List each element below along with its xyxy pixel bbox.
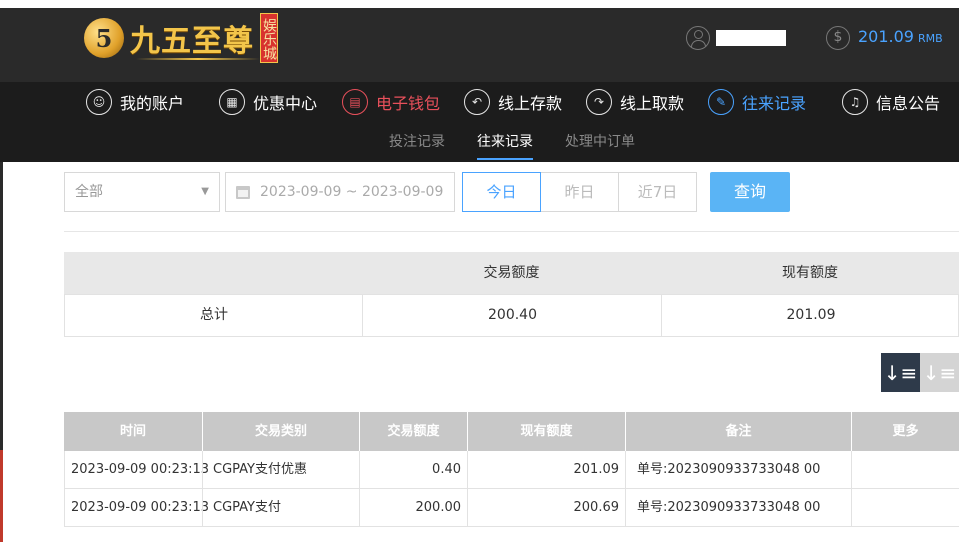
divider (851, 489, 852, 526)
summary-header-cell: 交易额度 (483, 265, 540, 281)
nav-item-account[interactable]: ☺ 我的账户 (86, 82, 184, 122)
withdraw-icon: ↷ (586, 89, 612, 115)
records-icon: ✎ (708, 89, 734, 115)
cell-balance: 201.09 (573, 462, 620, 477)
divider (202, 451, 203, 488)
nav-item-label: 往来记录 (742, 94, 807, 113)
nav-item-promotions[interactable]: ▦ 优惠中心 (219, 82, 317, 122)
dollar-icon: $ (826, 26, 850, 50)
nav-item-wallet[interactable]: ▤ 电子钱包 (342, 82, 440, 122)
column-header: 交易类别 (254, 424, 307, 439)
column-header: 交易额度 (387, 424, 440, 439)
user-icon: ☺ (86, 89, 112, 115)
divider (467, 489, 468, 526)
nav-item-announcements[interactable]: ♫ 信息公告 (842, 82, 940, 122)
divider (359, 451, 360, 488)
cell-type: CGPAY支付优惠 (213, 462, 307, 477)
wallet-icon: ▤ (342, 89, 368, 115)
records-header: 时间 交易类别 交易额度 现有额度 备注 更多 (64, 412, 959, 451)
divider (64, 231, 959, 232)
nav-item-label: 我的账户 (120, 94, 185, 113)
summary-cell: 200.40 (488, 307, 537, 323)
summary-header-cell: 现有额度 (782, 265, 838, 281)
brand-badge: 娱乐城 (260, 13, 278, 63)
cell-balance: 200.69 (573, 500, 620, 515)
cell-amount: 0.40 (432, 462, 461, 477)
balance-currency: RMB (917, 32, 943, 45)
cell-note: 单号:2023090933733048 00 (637, 500, 821, 515)
bell-icon: ♫ (842, 89, 868, 115)
nav-item-label: 线上存款 (498, 94, 563, 113)
divider (625, 451, 626, 488)
nav-item-label: 优惠中心 (253, 94, 318, 113)
summary-cell: 总计 (200, 307, 228, 323)
today-button[interactable]: 今日 (462, 172, 541, 212)
nav-item-withdraw[interactable]: ↷ 线上取款 (586, 82, 684, 122)
cell-time: 2023-09-09 00:23:13 (71, 500, 210, 515)
left-edge-accent (0, 450, 3, 542)
summary-row: 总计 200.40 201.09 (64, 294, 959, 337)
divider (202, 489, 203, 526)
chevron-down-icon: ▼ (201, 186, 209, 197)
sort-desc-icon[interactable]: ↓≡ (881, 353, 920, 392)
summary-cell: 201.09 (786, 307, 836, 323)
query-button[interactable]: 查询 (710, 172, 790, 212)
table-row: 2023-09-09 00:23:13 CGPAY支付优惠 0.40 201.0… (64, 451, 959, 489)
main-nav: ☺ 我的账户 ▦ 优惠中心 ▤ 电子钱包 ↶ 线上存款 ↷ 线上取款 ✎ 往来记… (0, 82, 959, 122)
logo-ornament (136, 58, 260, 60)
cell-note: 单号:2023090933733048 00 (637, 462, 821, 477)
sub-nav: 投注记录 往来记录 处理中订单 (0, 122, 959, 162)
divider (625, 489, 626, 526)
nav-item-label: 电子钱包 (376, 94, 441, 113)
divider (467, 451, 468, 488)
type-select-value: 全部 (75, 184, 103, 200)
divider (851, 451, 852, 488)
deposit-icon: ↶ (464, 89, 490, 115)
nav-item-label: 信息公告 (876, 94, 941, 113)
tab-bet-records[interactable]: 投注记录 (389, 122, 445, 162)
username-masked (716, 30, 786, 46)
table-row: 2023-09-09 00:23:13 CGPAY支付 200.00 200.6… (64, 489, 959, 527)
type-select[interactable]: 全部 ▼ (64, 172, 220, 212)
summary-header: 交易额度 现有额度 (64, 252, 959, 294)
quick-date-group: 今日 昨日 近7日 (462, 172, 697, 212)
cell-type: CGPAY支付 (213, 500, 281, 515)
top-strip (0, 0, 959, 8)
brand-name: 九五至尊 (130, 24, 254, 59)
nav-item-records[interactable]: ✎ 往来记录 (708, 82, 806, 122)
calendar-icon (236, 186, 250, 199)
column-header: 备注 (725, 424, 752, 439)
cell-time: 2023-09-09 00:23:13 (71, 462, 210, 477)
sort-asc-icon[interactable]: ↓≡ (920, 353, 959, 392)
page: 5 九五至尊 娱乐城 $ 201.09 RMB ☺ 我的账户 ▦ 优惠中心 ▤ 电… (0, 0, 959, 542)
user-icon[interactable] (686, 26, 710, 50)
date-range-value: 2023-09-09 ~ 2023-09-09 (260, 184, 444, 200)
column-header: 时间 (119, 424, 146, 439)
divider (359, 489, 360, 526)
gift-icon: ▦ (219, 89, 245, 115)
column-header: 更多 (892, 424, 919, 439)
logo-mark: 5 (84, 18, 124, 58)
tab-transaction-records[interactable]: 往来记录 (477, 122, 533, 162)
nav-item-deposit[interactable]: ↶ 线上存款 (464, 82, 562, 122)
account-balance: 201.09 RMB (858, 27, 943, 46)
cell-amount: 200.00 (415, 500, 462, 515)
yesterday-button[interactable]: 昨日 (540, 172, 619, 212)
left-edge (0, 162, 3, 450)
date-range-input[interactable]: 2023-09-09 ~ 2023-09-09 (225, 172, 455, 212)
last-7-days-button[interactable]: 近7日 (618, 172, 697, 212)
nav-item-label: 线上取款 (620, 94, 685, 113)
column-header: 现有额度 (520, 424, 573, 439)
tab-pending-orders[interactable]: 处理中订单 (565, 122, 635, 162)
balance-amount: 201.09 (858, 27, 914, 46)
